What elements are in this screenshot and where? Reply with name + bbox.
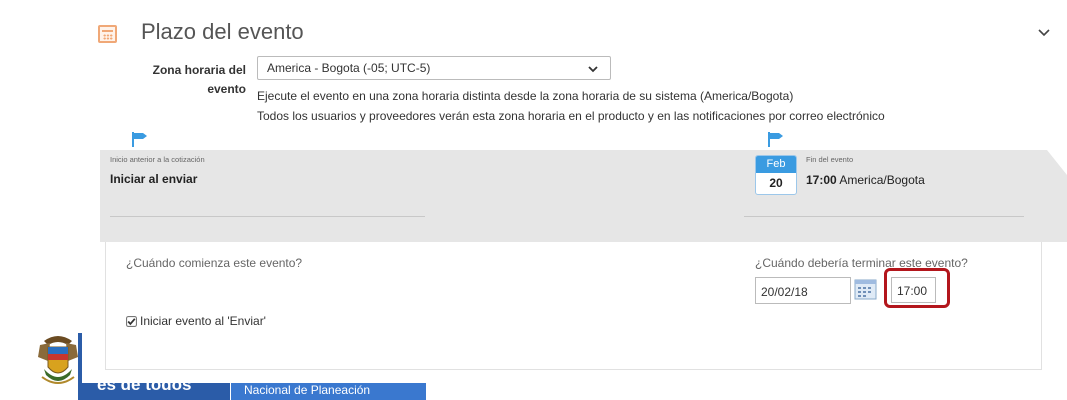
end-time: 17:00 — [806, 173, 837, 187]
timezone-select[interactable]: America - Bogota (-05; UTC-5) — [257, 56, 611, 80]
divider — [744, 216, 1024, 217]
chevron-down-icon — [588, 66, 598, 73]
calendar-month: Feb — [756, 156, 796, 173]
footer-slogan: es de todos — [97, 376, 192, 394]
chevron-down-icon[interactable] — [1036, 24, 1052, 40]
end-date-input[interactable]: 20/02/18 — [755, 277, 851, 304]
timezone-selected-value: America - Bogota (-05; UTC-5) — [267, 61, 431, 75]
end-time-input[interactable]: 17:00 — [891, 277, 936, 303]
flag-icon — [132, 132, 147, 147]
start-question: ¿Cuándo comienza este evento? — [126, 256, 303, 270]
start-on-send-label: Iniciar evento al 'Enviar' — [140, 314, 266, 328]
timezone-label: Zona horaria del evento — [108, 61, 246, 99]
start-on-send-checkbox[interactable] — [126, 316, 137, 327]
timezone-note: Todos los usuarios y proveedores verán e… — [257, 109, 885, 123]
footer-entity: Nacional de Planeación — [244, 383, 371, 397]
timeline-band — [100, 150, 1067, 242]
section-title: Plazo del evento — [141, 19, 304, 44]
calendar-day: 20 — [769, 176, 783, 190]
end-caption: Fin del evento — [806, 155, 854, 164]
end-zone: America/Bogota — [839, 173, 925, 187]
start-caption: Inicio anterior a la cotización — [110, 155, 205, 164]
coat-of-arms-logo — [38, 336, 78, 384]
calendar-picker-icon[interactable] — [853, 277, 878, 302]
end-value: 17:00 America/Bogota — [806, 173, 925, 187]
end-date-calendar-badge: Feb 20 — [755, 155, 797, 195]
calendar-icon — [98, 25, 117, 43]
timezone-note: Ejecute el evento en una zona horaria di… — [257, 89, 794, 103]
divider — [110, 216, 425, 217]
timezone-label-line1: Zona horaria del — [152, 63, 246, 77]
flag-icon — [768, 132, 783, 147]
timezone-label-line2: evento — [207, 82, 246, 96]
start-value: Iniciar al enviar — [110, 172, 198, 186]
